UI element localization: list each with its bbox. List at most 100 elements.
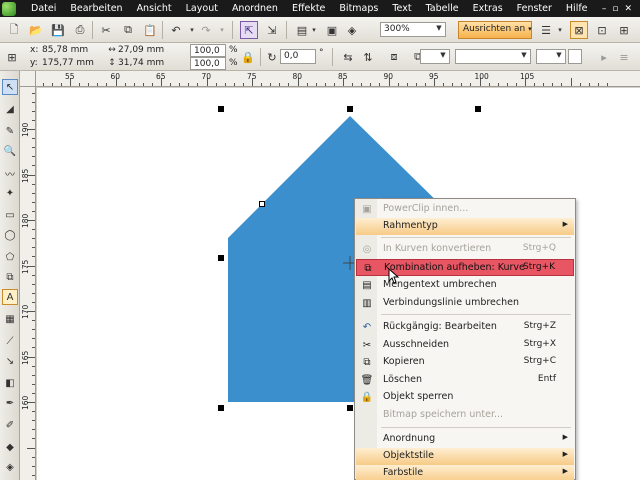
app-launcher-dropdown-icon[interactable]: ▾ [306, 22, 322, 38]
end-arrow-combo[interactable]: ▼ [536, 49, 566, 64]
text-tool-icon[interactable]: A [2, 289, 18, 305]
menu-extras[interactable]: Extras [466, 3, 510, 14]
start-arrow-combo[interactable] [568, 49, 582, 64]
redo-dropdown-icon[interactable]: ▾ [214, 22, 230, 38]
smart-fill-icon[interactable]: ✦ [2, 185, 18, 201]
menu-item-rahmentyp[interactable]: Rahmentyp ▶ [356, 218, 574, 235]
snap-objects-icon[interactable]: ⊞ [616, 22, 632, 38]
selection-handle[interactable] [259, 201, 265, 207]
copy-icon[interactable]: ⧉ [120, 22, 136, 38]
width-value[interactable]: 27,09 mm [118, 45, 164, 55]
menu-item-anordnung[interactable]: Anordnung ▶ [356, 431, 574, 448]
scale-y-input[interactable]: 100,0 [190, 57, 226, 70]
menu-bitmaps[interactable]: Bitmaps [332, 3, 385, 14]
print-icon[interactable]: ⎙ [72, 22, 88, 38]
horizontal-ruler[interactable]: 55 60 65 70 75 80 85 90 95 100 105 [36, 71, 640, 87]
menu-item-connector[interactable]: ▥ Verbindungslinie umbrechen [356, 295, 574, 312]
x-position-value[interactable]: 85,78 mm [42, 45, 88, 55]
selection-handle[interactable] [475, 106, 481, 112]
lock-ratio-icon[interactable]: 🔒 [240, 49, 256, 65]
crop-tool-icon[interactable]: ✎ [2, 123, 18, 139]
save-icon[interactable]: 💾 [50, 22, 66, 38]
menu-hilfe[interactable]: Hilfe [559, 3, 595, 14]
zoom-tool-icon[interactable]: 🔍 [2, 143, 18, 159]
new-document-icon[interactable]: 🗋 [6, 22, 22, 38]
outline-width-combo[interactable]: ▼ [420, 49, 450, 64]
height-value[interactable]: 31,74 mm [118, 58, 164, 68]
menu-effekte[interactable]: Effekte [285, 3, 332, 14]
snap-guides-icon[interactable]: ⊡ [594, 22, 610, 38]
options-dropdown-icon[interactable]: ▾ [552, 22, 568, 38]
table-tool-icon[interactable]: ▦ [2, 311, 18, 327]
pick-tool-icon[interactable]: ↖ [2, 79, 18, 95]
selection-handle[interactable] [218, 255, 224, 261]
cut-icon[interactable]: ✂ [98, 22, 114, 38]
menu-item-cut[interactable]: ✂ Ausschneiden Strg+X [356, 337, 574, 354]
fill-tool-icon[interactable]: ◆ [2, 439, 18, 455]
import-icon[interactable]: ⇱ [240, 21, 258, 39]
mirror-vertical-icon[interactable]: ⇅ [360, 49, 376, 65]
menu-item-lock[interactable]: 🔒 Objekt sperren [356, 389, 574, 406]
object-origin-icon[interactable]: ⊞ [4, 49, 20, 65]
polygon-tool-icon[interactable]: ⬠ [2, 249, 18, 265]
blend-tool-icon[interactable]: ◧ [2, 375, 18, 391]
menu-ansicht[interactable]: Ansicht [130, 3, 179, 14]
line-style-combo[interactable]: ▼ [455, 49, 531, 64]
menu-fenster[interactable]: Fenster [510, 3, 559, 14]
connector-tool-icon[interactable]: ↘ [2, 353, 18, 369]
shape-tool-icon[interactable]: ◢ [2, 101, 18, 117]
corel-online-icon[interactable]: ◈ [344, 22, 360, 38]
combine-icon[interactable]: ⧈ [386, 49, 402, 65]
mouse-pointer-icon [388, 268, 400, 284]
menu-item-shortcut: Strg+K [523, 262, 555, 272]
menu-bearbeiten[interactable]: Bearbeiten [63, 3, 129, 14]
menu-item-farbstile[interactable]: Farbstile ▶ [356, 465, 574, 480]
scale-x-input[interactable]: 100,0 [190, 44, 226, 57]
close-curve-icon[interactable]: ▸ [596, 49, 612, 65]
freehand-tool-icon[interactable]: 〰 [2, 165, 18, 181]
interactive-fill-icon[interactable]: ◈ [2, 459, 18, 475]
ruler-label: 190 [21, 122, 30, 137]
selection-handle[interactable] [347, 106, 353, 112]
ellipse-tool-icon[interactable]: ◯ [2, 227, 18, 243]
wrap-icon[interactable]: ≡ [616, 49, 632, 65]
outline-tool-icon[interactable]: ✐ [2, 417, 18, 433]
menu-layout[interactable]: Layout [179, 3, 225, 14]
menu-item-copy[interactable]: ⧉ Kopieren Strg+C [356, 354, 574, 371]
snap-grid-icon[interactable]: ⊠ [570, 21, 588, 39]
redo-icon[interactable]: ↷ [198, 22, 214, 38]
menu-text[interactable]: Text [385, 3, 418, 14]
basic-shapes-icon[interactable]: ⧉ [2, 269, 18, 285]
mirror-horizontal-icon[interactable]: ⇆ [340, 49, 356, 65]
minimize-icon[interactable]: – [602, 4, 607, 14]
selection-handle[interactable] [218, 106, 224, 112]
eyedropper-tool-icon[interactable]: ✒ [2, 395, 18, 411]
ruler-origin[interactable] [20, 71, 36, 87]
align-to-button[interactable]: Ausrichten an ▾ [458, 21, 532, 39]
rotation-input[interactable]: 0,0 [280, 49, 316, 64]
y-position-value[interactable]: 175,77 mm [42, 58, 94, 68]
export-icon[interactable]: ⇲ [264, 22, 280, 38]
restore-icon[interactable]: ▫ [612, 4, 618, 14]
menu-item-label: In Kurven konvertieren [383, 243, 492, 254]
menu-item-undo[interactable]: ↶ Rückgängig: Bearbeiten Strg+Z [356, 319, 574, 336]
vertical-ruler[interactable]: 190 185 180 175 170 165 160 [20, 87, 36, 480]
rectangle-tool-icon[interactable]: ▭ [2, 207, 18, 223]
menu-item-objektstile[interactable]: Objektstile ▶ [356, 448, 574, 465]
menu-item-powerclip[interactable]: ▣ PowerClip innen... [356, 201, 574, 218]
menu-datei[interactable]: Datei [24, 3, 63, 14]
undo-icon[interactable]: ↶ [168, 22, 184, 38]
zoom-combo[interactable]: 300% ▼ [380, 22, 446, 37]
welcome-screen-icon[interactable]: ▣ [324, 22, 340, 38]
dimension-tool-icon[interactable]: ⟋ [2, 333, 18, 349]
close-icon[interactable]: ✕ [624, 4, 632, 14]
menu-anordnen[interactable]: Anordnen [225, 3, 285, 14]
menu-item-convert-curves[interactable]: ◎ In Kurven konvertieren Strg+Q [356, 241, 574, 258]
menu-tabelle[interactable]: Tabelle [419, 3, 466, 14]
open-folder-icon[interactable]: 📂 [28, 22, 44, 38]
selection-handle[interactable] [218, 405, 224, 411]
menu-item-delete[interactable]: 🗑 Löschen Entf [356, 372, 574, 389]
menu-item-save-bitmap[interactable]: Bitmap speichern unter... [356, 407, 574, 424]
paste-icon[interactable]: 📋 [142, 22, 158, 38]
selection-handle[interactable] [347, 405, 353, 411]
